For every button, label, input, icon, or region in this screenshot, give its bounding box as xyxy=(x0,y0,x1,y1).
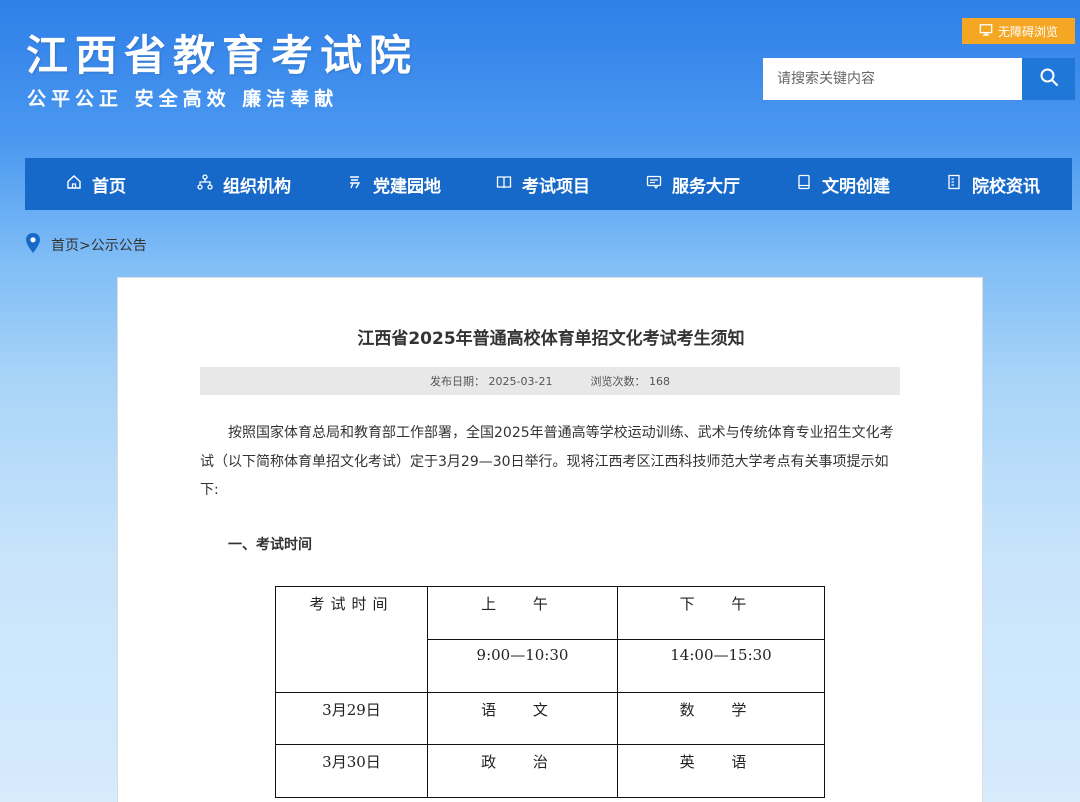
site-title: 江西省教育考试院 xyxy=(26,31,419,80)
nav-item-home[interactable]: 首页 xyxy=(66,158,126,210)
table-cell-subject: 政 治 xyxy=(427,744,618,798)
breadcrumb-separator: > xyxy=(79,238,91,254)
nav-item-organization[interactable]: 组织机构 xyxy=(197,158,291,210)
party-icon xyxy=(347,174,363,195)
exam-schedule-table: 考试时间 上 午 下 午 9:00—10:30 14:00—15:30 3月29… xyxy=(275,586,825,798)
table-cell-subject: 数 学 xyxy=(617,692,825,745)
nav-item-news[interactable]: 院校资讯 xyxy=(946,158,1040,210)
nav-item-exams[interactable]: 考试项目 xyxy=(496,158,590,210)
table-row: 考试时间 上 午 下 午 xyxy=(275,586,825,693)
document-icon xyxy=(946,174,962,195)
table-cell-afternoon-time: 14:00—15:30 xyxy=(617,639,825,693)
article-meta: 发布日期： 2025-03-21 浏览次数： 168 xyxy=(200,367,900,395)
nav-label: 组织机构 xyxy=(223,176,291,197)
search-box xyxy=(763,58,1075,100)
nav-item-civilization[interactable]: 文明创建 xyxy=(796,158,890,210)
search-icon xyxy=(1039,67,1059,91)
nav-label: 服务大厅 xyxy=(672,176,740,197)
breadcrumb-home-link[interactable]: 首页 xyxy=(51,238,79,254)
nav-label: 考试项目 xyxy=(522,176,590,197)
nav-item-service[interactable]: 服务大厅 xyxy=(646,158,740,210)
book-open-icon xyxy=(496,174,512,195)
search-input[interactable] xyxy=(763,58,1022,100)
table-header-morning: 上 午 xyxy=(427,586,618,640)
table-cell-subject: 语 文 xyxy=(427,692,618,745)
site-motto: 公平公正 安全高效 廉洁奉献 xyxy=(27,88,339,110)
monitor-icon xyxy=(979,23,993,40)
nav-label: 院校资讯 xyxy=(972,176,1040,197)
table-row: 3月29日 语 文 数 学 xyxy=(275,692,825,745)
accessibility-label: 无障碍浏览 xyxy=(997,24,1058,39)
table-cell-date: 3月29日 xyxy=(275,692,428,745)
table-header-exam-time: 考试时间 xyxy=(275,586,428,693)
article-title: 江西省2025年普通高校体育单招文化考试考生须知 xyxy=(357,329,745,349)
table-cell-morning-time: 9:00—10:30 xyxy=(427,639,618,693)
nav-label: 文明创建 xyxy=(822,176,890,197)
table-cell-date: 3月30日 xyxy=(275,744,428,798)
tablet-icon xyxy=(796,174,812,195)
intro-paragraph: 按照国家体育总局和教育部工作部署，全国2025年普通高等学校运动训练、武术与传统… xyxy=(200,425,894,498)
nav-label: 党建园地 xyxy=(373,176,441,197)
location-pin-icon xyxy=(25,232,41,258)
article-card: 江西省2025年普通高校体育单招文化考试考生须知 发布日期： 2025-03-2… xyxy=(117,277,983,802)
accessibility-button[interactable]: 无障碍浏览 xyxy=(962,18,1075,44)
main-nav: 首页 组织机构 党建园地 考试项目 服务大厅 文明创建 院校资讯 xyxy=(25,158,1072,210)
publish-date: 发布日期： 2025-03-21 xyxy=(430,375,553,388)
home-icon xyxy=(66,174,82,195)
table-header-afternoon: 下 午 xyxy=(617,586,825,640)
breadcrumb: 首页>公示公告 xyxy=(25,232,147,258)
section-heading-exam-time: 一、考试时间 xyxy=(228,537,312,553)
breadcrumb-current-link[interactable]: 公示公告 xyxy=(91,238,147,254)
table-cell-subject: 英 语 xyxy=(617,744,825,798)
nav-label: 首页 xyxy=(92,176,126,197)
search-button[interactable] xyxy=(1022,58,1075,100)
table-row: 3月30日 政 治 英 语 xyxy=(275,744,825,798)
nav-item-party[interactable]: 党建园地 xyxy=(347,158,441,210)
view-count: 浏览次数： 168 xyxy=(590,375,670,388)
service-icon xyxy=(646,174,662,195)
org-chart-icon xyxy=(197,173,213,195)
